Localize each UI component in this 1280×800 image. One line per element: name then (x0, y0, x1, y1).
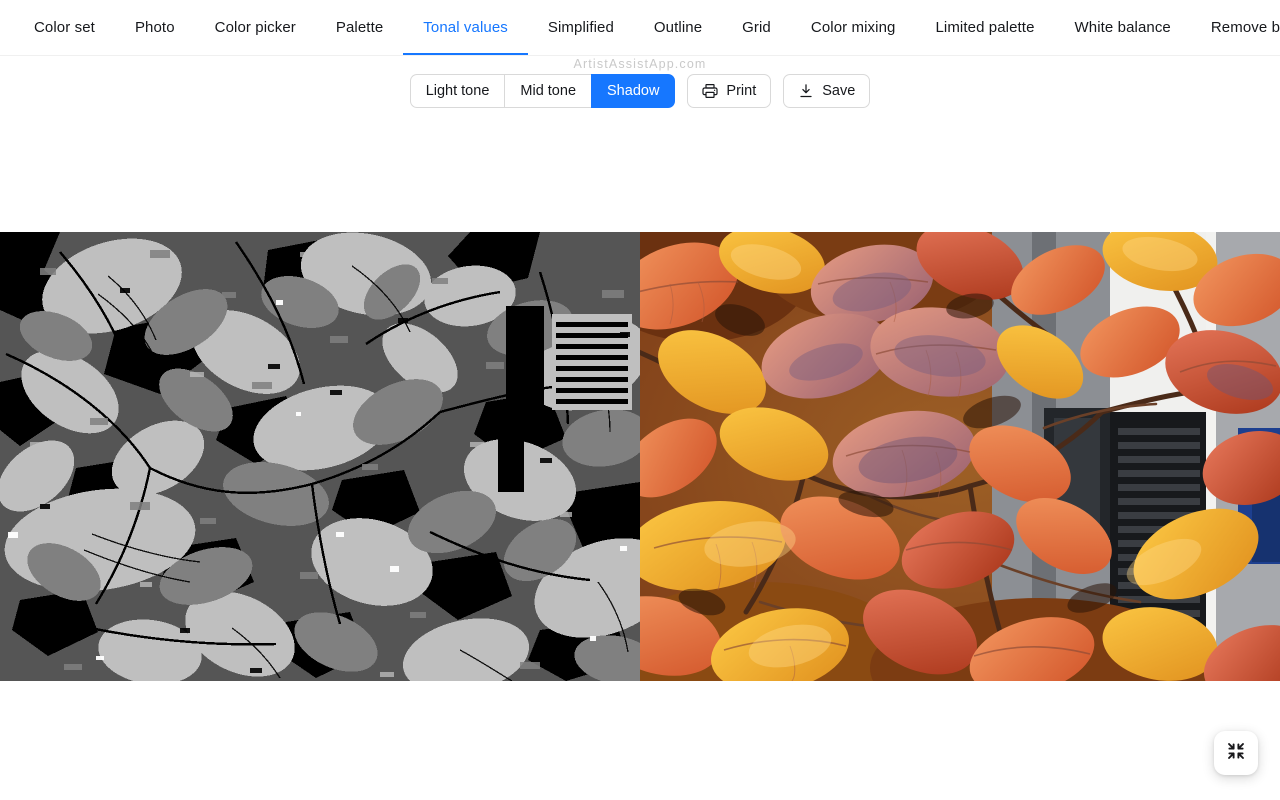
tab-limited-palette[interactable]: Limited palette (915, 0, 1054, 55)
watermark-text: ArtistAssistApp.com (573, 57, 707, 71)
tab-grid[interactable]: Grid (722, 0, 791, 55)
tab-label: Color picker (214, 19, 296, 36)
tab-label: Color mixing (810, 19, 896, 36)
tab-remove-background[interactable]: Remove background (1191, 0, 1280, 55)
image-viewer[interactable] (0, 232, 1280, 681)
tone-button-label: Light tone (425, 83, 490, 99)
tonal-values-pane[interactable] (0, 232, 640, 681)
printer-icon (702, 83, 719, 99)
save-button[interactable]: Save (783, 74, 871, 108)
tab-photo[interactable]: Photo (115, 0, 195, 55)
tab-label: Outline (653, 19, 703, 36)
tab-white-balance[interactable]: White balance (1055, 0, 1191, 55)
tab-label: White balance (1074, 19, 1171, 36)
tab-palette[interactable]: Palette (316, 0, 403, 55)
tab-active-underline (403, 53, 528, 55)
tab-label: Tonal values (423, 19, 508, 36)
tab-color-set[interactable]: Color set (14, 0, 115, 55)
tab-label: Photo (134, 19, 175, 36)
main-tab-bar: Color set Photo Color picker Palette Tonal v… (0, 0, 1280, 56)
tab-tonal-values[interactable]: Tonal values (403, 0, 528, 55)
tonal-values-toolbar: Light tone Mid tone Shadow Print Save (0, 74, 1280, 108)
compress-icon (1226, 741, 1246, 766)
tone-button-shadow[interactable]: Shadow (591, 74, 676, 108)
tone-button-light-tone[interactable]: Light tone (409, 74, 505, 108)
tab-label: Palette (335, 19, 384, 36)
tone-button-label: Shadow (607, 83, 660, 99)
exit-fullscreen-button[interactable] (1214, 731, 1258, 775)
tab-label: Color set (34, 19, 95, 36)
tab-label: Limited palette (935, 19, 1035, 36)
app-root: Color set Photo Color picker Palette Tonal v… (0, 0, 1280, 800)
download-icon (798, 83, 814, 99)
original-photo-pane[interactable] (640, 232, 1280, 681)
tab-color-mixing[interactable]: Color mixing (791, 0, 916, 55)
tone-button-label: Mid tone (520, 83, 577, 99)
print-button[interactable]: Print (687, 74, 772, 108)
save-label: Save (822, 83, 856, 99)
tab-outline[interactable]: Outline (634, 0, 722, 55)
tab-simplified[interactable]: Simplified (528, 0, 634, 55)
tab-label: Simplified (547, 19, 614, 36)
tab-color-picker[interactable]: Color picker (195, 0, 316, 55)
tab-label: Grid (742, 19, 771, 36)
tone-segmented-control: Light tone Mid tone Shadow (409, 74, 676, 108)
tone-button-mid-tone[interactable]: Mid tone (504, 74, 592, 108)
print-label: Print (726, 83, 757, 99)
tab-label: Remove background (1210, 19, 1280, 36)
